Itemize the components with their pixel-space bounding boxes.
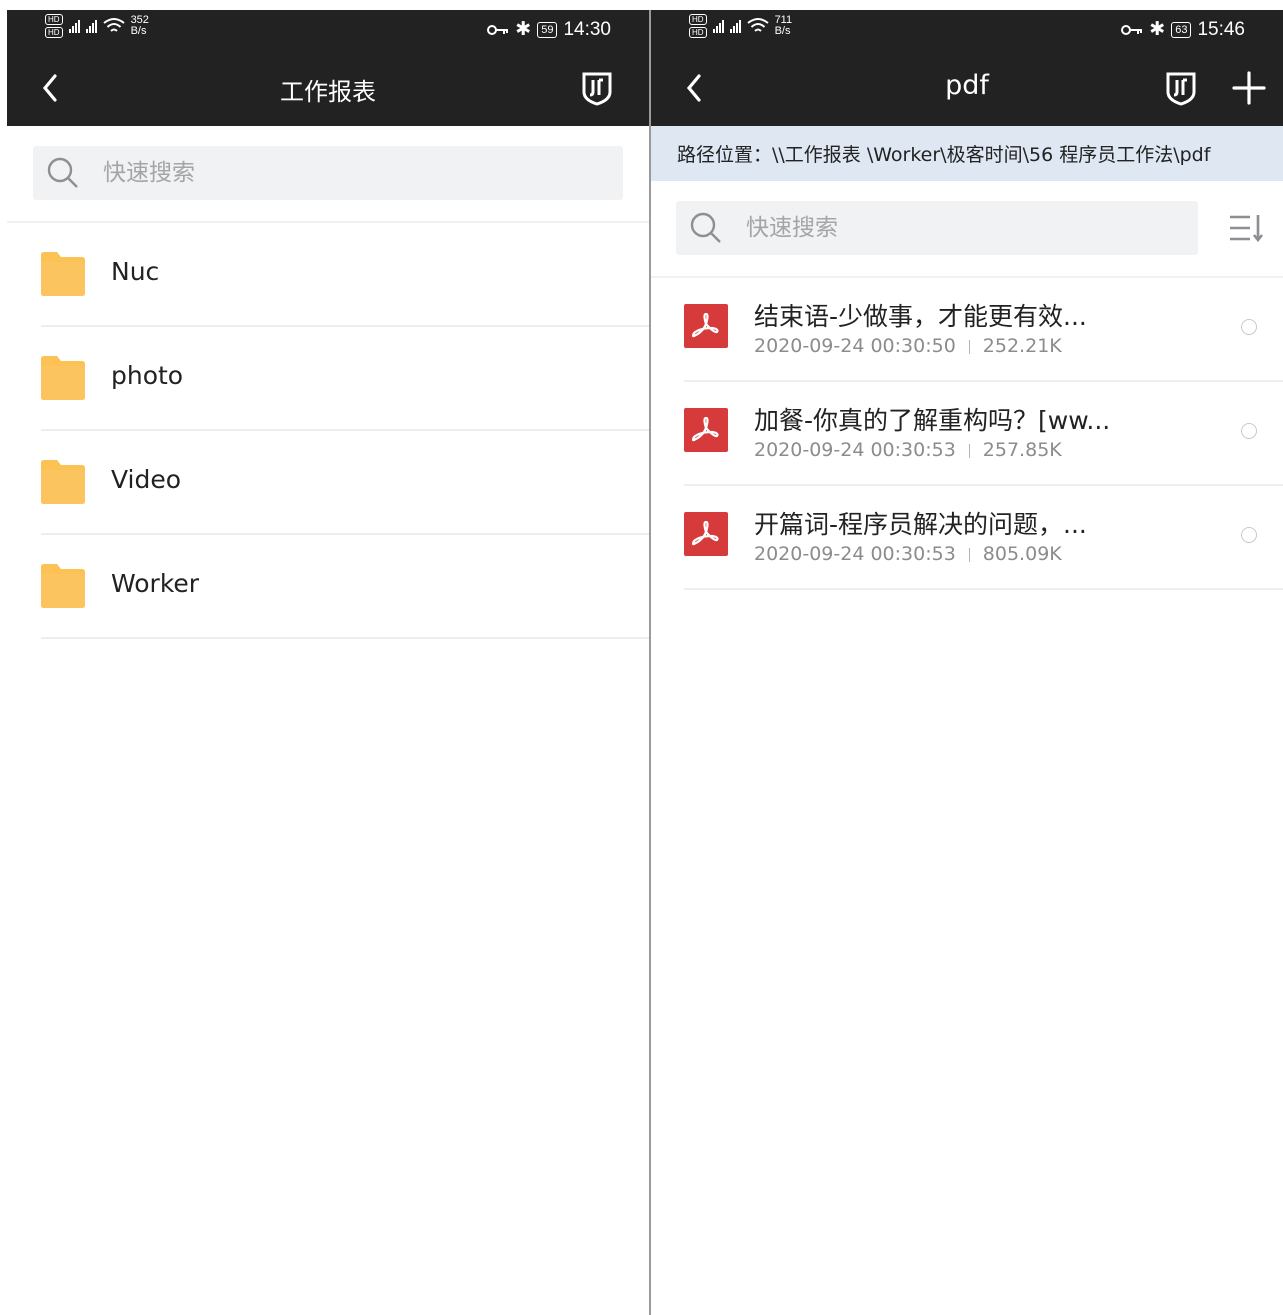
search-input[interactable] [101, 159, 518, 187]
network-speed: 711 B/s [774, 14, 793, 37]
file-list: 结束语-少做事，才能更有效... 2020-09-24 00:30:50 252.… [651, 278, 1283, 590]
path-breadcrumb: 路径位置：\\工作报表 \Worker\极客时间\56 程序员工作法\pdf [651, 126, 1283, 181]
app-header: 工作报表 [7, 54, 649, 126]
folder-icon [41, 356, 85, 400]
status-left: HD HD 352 B/s [45, 14, 149, 38]
file-size: 252.21K [982, 335, 1062, 357]
file-meta: 2020-09-24 00:30:53 805.09K [754, 543, 1062, 565]
file-size: 257.85K [982, 439, 1062, 461]
pdf-icon [684, 512, 728, 556]
dual-screenshot: HD HD 352 B/s ✱ 59 14:30 工作报表 快速搜索 Nuc p… [0, 0, 1283, 1315]
signal-icon [729, 19, 741, 33]
hd-icon: HD HD [45, 14, 63, 38]
battery-indicator: 59 [537, 21, 558, 38]
vpn-key-icon [487, 24, 509, 35]
folder-name: Video [111, 465, 182, 494]
search-box[interactable] [676, 201, 1198, 255]
page-title: 工作报表 [280, 78, 376, 106]
signal-icon [85, 19, 97, 33]
file-date: 2020-09-24 00:30:53 [754, 439, 956, 461]
file-date: 2020-09-24 00:30:50 [754, 335, 956, 357]
select-radio[interactable] [1241, 423, 1257, 439]
list-item[interactable]: 结束语-少做事，才能更有效... 2020-09-24 00:30:50 252.… [684, 278, 1283, 382]
search-section [7, 126, 649, 223]
file-name: 结束语-少做事，才能更有效... [754, 302, 1087, 331]
folder-name: Nuc [111, 257, 160, 286]
app-header: pdf [651, 54, 1283, 126]
battery-indicator: 63 [1171, 21, 1192, 38]
list-item[interactable]: 开篇词-程序员解决的问题，... 2020-09-24 00:30:53 805.… [684, 486, 1283, 590]
sort-icon[interactable] [1226, 208, 1266, 248]
meta-separator [968, 443, 970, 458]
shield-icon [582, 72, 612, 106]
left-screen: HD HD 352 B/s ✱ 59 14:30 工作报表 快速搜索 Nuc p… [7, 10, 649, 1315]
search-section [651, 181, 1283, 278]
select-radio[interactable] [1241, 319, 1257, 335]
meta-separator [968, 339, 970, 354]
clock: 15:46 [1197, 18, 1245, 40]
meta-separator [968, 547, 970, 562]
file-name: 加餐-你真的了解重构吗？[ww... [754, 406, 1111, 435]
right-screen: HD HD 711 B/s ✱ 63 15:46 pdf 路径位置：\\工作报表… [651, 10, 1283, 1315]
list-item[interactable]: Video [41, 431, 649, 535]
file-date: 2020-09-24 00:30:53 [754, 543, 956, 565]
status-right: ✱ 59 14:30 [487, 18, 611, 41]
hd-icon: HD HD [689, 14, 707, 38]
signal-icon [712, 19, 724, 33]
select-radio[interactable] [1241, 527, 1257, 543]
status-bar: HD HD 352 B/s ✱ 59 14:30 [7, 10, 649, 54]
list-item[interactable]: Worker [41, 535, 649, 639]
list-item[interactable]: Nuc [41, 223, 649, 327]
file-size: 805.09K [982, 543, 1062, 565]
status-bar: HD HD 711 B/s ✱ 63 15:46 [651, 10, 1283, 54]
wifi-icon [102, 18, 125, 32]
status-right: ✱ 63 15:46 [1121, 18, 1245, 41]
file-meta: 2020-09-24 00:30:53 257.85K [754, 439, 1062, 461]
security-button[interactable] [1163, 70, 1199, 106]
pdf-icon [684, 408, 728, 452]
security-button[interactable] [579, 70, 615, 106]
folder-icon [41, 564, 85, 608]
vpn-key-icon [1121, 24, 1143, 35]
folder-icon [41, 460, 85, 504]
file-name: 开篇词-程序员解决的问题，... [754, 510, 1087, 539]
search-input[interactable] [744, 214, 1114, 242]
wifi-icon [746, 18, 769, 32]
search-box[interactable] [33, 146, 623, 200]
bluetooth-icon: ✱ [515, 19, 532, 40]
shield-icon [1166, 72, 1196, 106]
folder-icon [41, 252, 85, 296]
bluetooth-icon: ✱ [1149, 19, 1166, 40]
list-item[interactable]: 加餐-你真的了解重构吗？[ww... 2020-09-24 00:30:53 25… [684, 382, 1283, 486]
network-speed: 352 B/s [130, 14, 149, 37]
pdf-icon [684, 304, 728, 348]
folder-list: Nuc photo Video Worker [7, 223, 649, 639]
add-button[interactable] [1229, 68, 1269, 108]
folder-name: Worker [111, 569, 200, 598]
clock: 14:30 [563, 18, 611, 40]
file-meta: 2020-09-24 00:30:50 252.21K [754, 335, 1062, 357]
folder-name: photo [111, 361, 184, 390]
status-left: HD HD 711 B/s [689, 14, 792, 38]
search-icon [47, 157, 78, 188]
plus-icon [1232, 71, 1266, 105]
list-item[interactable]: photo [41, 327, 649, 431]
signal-icon [68, 19, 80, 33]
search-icon [690, 212, 721, 243]
